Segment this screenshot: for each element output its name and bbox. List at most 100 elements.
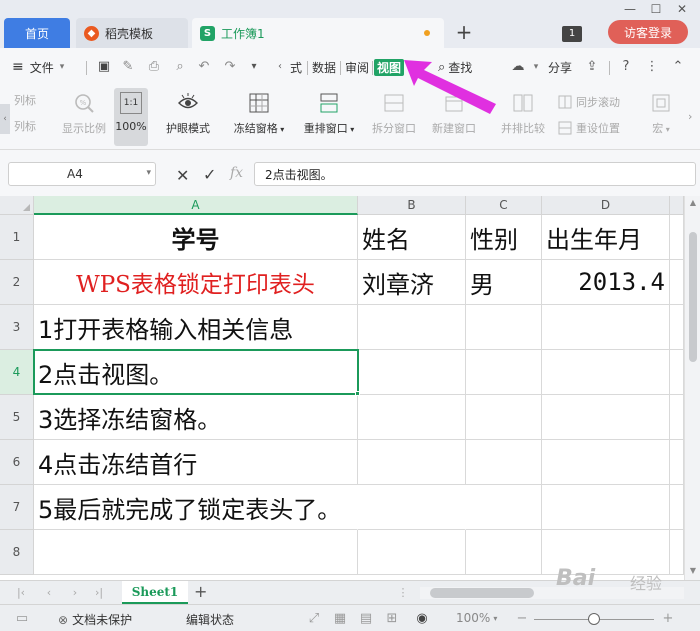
cell-b3[interactable] [358,305,466,350]
maximize-icon[interactable]: ☐ [648,2,664,16]
zoom-in-icon[interactable]: + [660,611,676,627]
cell-a8[interactable] [34,530,358,575]
vertical-scrollbar[interactable]: ▲ ▼ [684,196,700,580]
cell-b7[interactable] [358,485,466,530]
cell-b5[interactable] [358,395,466,440]
tab-home[interactable]: 首页 [4,18,70,48]
window-count-badge[interactable]: 1 [562,26,582,42]
formula-input[interactable]: 2点击视图。 [254,162,696,186]
scroll-tabs-left-icon[interactable]: ‹ [272,59,288,75]
eye-icon[interactable]: ◉ [414,611,430,627]
column-header-b[interactable]: B [358,196,466,215]
cell-e6[interactable] [670,440,684,485]
cell-e8[interactable] [670,530,684,575]
eye-protection-button[interactable]: 护眼模式 [160,92,216,136]
name-box[interactable]: A4 ▾ [8,162,156,186]
share-button[interactable]: 分享 [548,58,572,76]
new-window-button[interactable]: 新建窗口 [426,92,482,136]
column-header-c[interactable]: C [466,196,542,215]
print-preview-icon[interactable]: ⌕ [172,59,188,75]
cell-d5[interactable] [542,395,670,440]
cell-a1[interactable]: 学号 [34,215,358,260]
fullscreen-icon[interactable]: ⤢ [306,611,322,627]
cell-d6[interactable] [542,440,670,485]
more-icon[interactable]: ⋮ [644,59,660,75]
scroll-up-icon[interactable]: ▲ [688,198,698,207]
cell-c8[interactable] [466,530,542,575]
ribbon-item-col-header[interactable]: 列标 [14,92,36,108]
zoom-slider-knob[interactable] [588,613,600,625]
normal-view-icon[interactable]: ▦ [332,611,348,627]
tab-splitter-icon[interactable]: ⋮ [396,586,410,599]
ribbon-scroll-right-icon[interactable]: › [688,110,692,123]
column-header-d[interactable]: D [542,196,670,215]
export-icon[interactable]: ⇪ [584,59,600,75]
row-header-1[interactable]: 1 [0,215,34,260]
spreadsheet-grid[interactable]: A B C D 1 2 3 4 5 6 7 8 学号 姓名 性别 出生年月 WP… [0,196,700,580]
row-header-6[interactable]: 6 [0,440,34,485]
help-icon[interactable]: ? [618,59,634,75]
cell-d3[interactable] [542,305,670,350]
document-icon[interactable]: ▭ [14,611,30,627]
column-header-a[interactable]: A [34,196,358,215]
cell-b1[interactable]: 姓名 [358,215,466,260]
rearrange-windows-button[interactable]: 重排窗口 ▾ [298,92,360,136]
close-icon[interactable]: ✕ [674,2,690,16]
reset-position-button[interactable]: 重设位置 [558,120,620,136]
insert-function-icon[interactable]: fx [230,165,243,181]
horizontal-scroll-thumb[interactable] [430,588,534,598]
cell-d7[interactable] [542,485,670,530]
vertical-scroll-thumb[interactable] [689,232,697,362]
scroll-tabs-right-icon[interactable]: › [408,59,424,75]
chevron-down-icon[interactable]: ▾ [146,168,151,178]
next-sheet-icon[interactable]: › [68,586,82,599]
cell-a2[interactable]: WPS表格锁定打印表头 [34,260,358,305]
redo-icon[interactable]: ↷ [222,59,238,75]
freeze-panes-button[interactable]: 冻结窗格 ▾ [228,92,290,136]
select-all-corner[interactable] [0,196,34,215]
minimize-icon[interactable]: — [622,2,638,16]
tab-templates[interactable]: ◆ 稻壳模板 [76,18,188,48]
cloud-sync-icon[interactable]: ☁ [510,59,526,75]
undo-icon[interactable]: ↶ [196,59,212,75]
cell-b4[interactable] [358,350,466,395]
tab-review[interactable]: 审阅 [345,58,369,76]
row-header-2[interactable]: 2 [0,260,34,305]
cell-e3[interactable] [670,305,684,350]
row-header-7[interactable]: 7 [0,485,34,530]
cell-a5[interactable]: 3选择冻结窗格。 [34,395,358,440]
sync-scroll-button[interactable]: 同步滚动 [558,94,620,110]
new-tab-button[interactable]: + [452,21,476,45]
cell-b2[interactable]: 刘章济 [358,260,466,305]
cell-a7[interactable]: 5最后就完成了锁定表头了。 [34,485,358,530]
page-break-icon[interactable]: ⊞ [384,611,400,627]
cell-a4[interactable]: 2点击视图。 [34,350,358,395]
zoom-dropdown[interactable]: 100% ▾ [456,611,497,625]
format-painter-icon[interactable]: ✎ [120,59,136,75]
row-header-5[interactable]: 5 [0,395,34,440]
show-ratio-button[interactable]: % 显示比例 [58,92,110,136]
tab-workbook[interactable]: S 工作簿1 [192,18,444,48]
cell-c3[interactable] [466,305,542,350]
cell-e2[interactable] [670,260,684,305]
cell-e4[interactable] [670,350,684,395]
cell-a6[interactable]: 4点击冻结首行 [34,440,358,485]
cell-c4[interactable] [466,350,542,395]
save-icon[interactable]: ▣ [96,59,112,75]
customize-icon[interactable]: ▾ [246,59,262,75]
fill-handle[interactable] [355,391,360,396]
scroll-down-icon[interactable]: ▼ [688,566,698,575]
row-header-8[interactable]: 8 [0,530,34,575]
row-header-4[interactable]: 4 [0,350,34,395]
split-window-button[interactable]: 拆分窗口 [366,92,422,136]
cell-c7[interactable] [466,485,542,530]
cell-e1[interactable] [670,215,684,260]
tab-formulas[interactable]: 式 [290,58,302,76]
protection-status[interactable]: ⊗ 文档未保护 [58,611,132,628]
file-menu-button[interactable]: ≡ 文件 ▾ [12,58,64,76]
cell-d8[interactable] [542,530,670,575]
cell-c5[interactable] [466,395,542,440]
zoom-100-button[interactable]: 1:1 100% [114,88,148,146]
ribbon-scroll-left-icon[interactable]: ‹ [0,104,10,134]
cell-a3[interactable]: 1打开表格输入相关信息 [34,305,358,350]
